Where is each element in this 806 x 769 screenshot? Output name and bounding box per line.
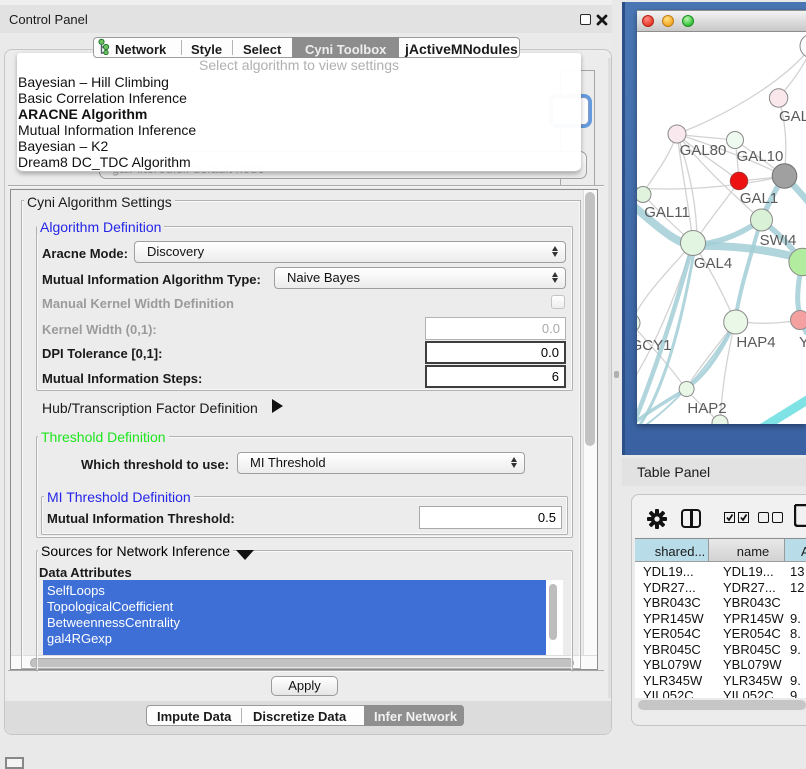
svg-text:GAL80: GAL80 (680, 142, 727, 159)
svg-text:YP: YP (799, 334, 806, 351)
svg-text:GAL4: GAL4 (694, 255, 732, 272)
svg-text:SWI4: SWI4 (760, 232, 797, 249)
svg-text:GAL7: GAL7 (779, 108, 806, 125)
svg-text:GAL11: GAL11 (644, 204, 690, 221)
svg-text:GAL10: GAL10 (737, 148, 784, 165)
svg-text:HAP4: HAP4 (736, 334, 775, 351)
svg-text:HAP2: HAP2 (687, 400, 726, 417)
svg-text:GAL1: GAL1 (740, 190, 778, 207)
svg-text:GCY1: GCY1 (637, 337, 671, 354)
